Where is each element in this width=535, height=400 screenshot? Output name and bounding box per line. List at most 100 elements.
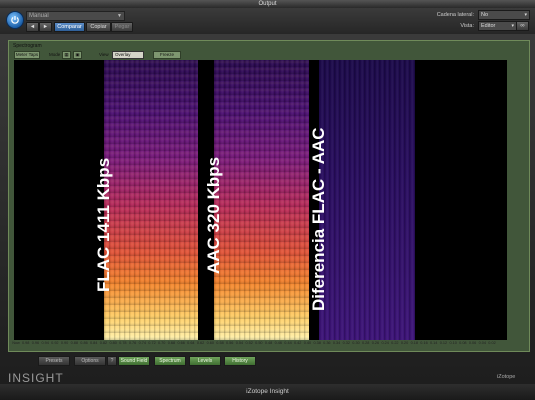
spectrogram-band-difference xyxy=(319,60,415,340)
time-tick: 0.54 xyxy=(235,341,244,345)
time-tick: 0.70 xyxy=(158,341,166,345)
time-tick: 0.14 xyxy=(430,341,438,345)
next-preset-button[interactable]: ► xyxy=(39,22,52,32)
time-tick: 0.30 xyxy=(352,341,360,345)
view-select[interactable]: Editor ▾ xyxy=(478,21,517,31)
time-tick: 0.72 xyxy=(148,341,156,345)
spectrum-button[interactable]: Spectrum xyxy=(154,356,186,366)
insight-logo: INSIGHT xyxy=(8,371,64,385)
link-button[interactable]: ∞ xyxy=(516,21,529,31)
preset-select[interactable]: Manual ▼ xyxy=(26,11,125,21)
time-tick: 0.32 xyxy=(342,341,350,345)
host-toolbar: Manual ▼ ◄ ► Comparar Copiar Pegar Caden… xyxy=(0,8,535,35)
spectrogram-display[interactable]: FLAC 1411 Kbps AAC 320 Kbps Diferencia F… xyxy=(14,60,507,340)
time-tick: 0.90 xyxy=(60,341,69,345)
time-tick: 0.36 xyxy=(323,341,331,345)
compare-button[interactable]: Comparar xyxy=(54,22,85,32)
time-tick: 0.34 xyxy=(332,341,341,345)
copy-button[interactable]: Copiar xyxy=(86,22,111,32)
time-tick: 0.10 xyxy=(449,341,457,345)
time-tick: 0.26 xyxy=(371,341,380,345)
time-tick: 0.80 xyxy=(109,341,117,345)
view-mode-select[interactable]: Overlay xyxy=(112,51,144,59)
view-label-inner: View xyxy=(99,52,109,57)
view-mode-value: Overlay xyxy=(115,52,131,57)
freeze-button[interactable]: Freeze xyxy=(153,51,181,59)
power-button[interactable] xyxy=(6,11,24,29)
time-tick: 0.22 xyxy=(391,341,399,345)
time-tick: 0.06 xyxy=(468,341,477,345)
panel-title: Spectrogram xyxy=(13,43,42,49)
time-tick: 0.94 xyxy=(41,341,49,345)
window-title: Output xyxy=(0,0,535,8)
time-tick: 0.46 xyxy=(274,341,282,345)
time-tick: 0.40 xyxy=(303,341,312,345)
overlay-label-difference: Diferencia FLAC - AAC xyxy=(309,127,328,311)
time-tick: 0.78 xyxy=(119,341,127,345)
frequency-axis: 2000017000150001300011000100009000800070… xyxy=(506,60,507,340)
time-tick: 0.64 xyxy=(187,341,195,345)
time-tick: 0.74 xyxy=(138,341,146,345)
view-label: Vista: xyxy=(460,23,474,29)
time-tick: 0.02 xyxy=(488,341,496,345)
presets-button[interactable]: Presets xyxy=(38,356,70,366)
time-tick: 0.68 xyxy=(167,341,176,345)
time-tick: 0.98 xyxy=(22,341,30,345)
mode-2d-button[interactable]: ▦ xyxy=(62,51,71,59)
time-tick: 0.08 xyxy=(459,341,467,345)
overlay-label-flac: FLAC 1411 Kbps xyxy=(94,157,113,292)
link-icon: ∞ xyxy=(520,23,525,29)
help-button[interactable]: ? xyxy=(107,356,117,366)
time-tick: 0.52 xyxy=(245,341,253,345)
time-tick: 0.16 xyxy=(420,341,428,345)
view-value: Editor xyxy=(481,23,496,29)
time-tick: 0.96 xyxy=(31,341,40,345)
time-tick: Now xyxy=(12,341,20,345)
paste-button[interactable]: Pegar xyxy=(111,22,133,32)
time-tick: 0.58 xyxy=(216,341,224,345)
previous-preset-button[interactable]: ◄ xyxy=(26,22,39,32)
sound-field-button[interactable]: Sound Field xyxy=(118,356,150,366)
time-axis: Now 0.98 0.96 0.94 0.92 0.90 0.88 0.86 0.84 0.82 0… xyxy=(12,340,507,348)
time-tick: 0.56 xyxy=(226,341,234,345)
mode-label: Mode xyxy=(49,52,61,57)
sidechain-label: Cadena lateral: xyxy=(436,12,474,18)
time-tick: 0.88 xyxy=(70,341,78,345)
time-tick: 0.84 xyxy=(90,341,98,345)
time-tick: 0.28 xyxy=(362,341,370,345)
overlay-label-aac: AAC 320 Kbps xyxy=(204,156,223,274)
time-tick: 0.66 xyxy=(177,341,185,345)
time-tick: 0.18 xyxy=(410,341,418,345)
time-tick: 0.76 xyxy=(128,341,137,345)
spectrogram-band-flac xyxy=(104,60,198,340)
chevron-down-icon: ▾ xyxy=(511,23,514,29)
history-button[interactable]: History xyxy=(224,356,256,366)
time-tick: 0.62 xyxy=(196,341,205,345)
time-tick: 0.04 xyxy=(478,341,486,345)
sidechain-value: No xyxy=(481,12,489,18)
mode-3d-button[interactable]: ▣ xyxy=(73,51,82,59)
window-footer-title: iZotope Insight xyxy=(0,384,535,400)
time-tick: 0.82 xyxy=(99,341,108,345)
time-tick: 0.60 xyxy=(206,341,214,345)
chevron-down-icon: ▾ xyxy=(524,12,527,18)
bottom-toolbar: Presets Options ? Sound Field Spectrum L… xyxy=(8,352,528,368)
time-tick: 0.92 xyxy=(51,341,59,345)
time-tick: 0.48 xyxy=(264,341,273,345)
levels-button[interactable]: Levels xyxy=(189,356,221,366)
time-tick: 0.12 xyxy=(439,341,448,345)
izotope-logo: iZotope xyxy=(497,374,516,380)
time-tick: 0.86 xyxy=(80,341,88,345)
options-button[interactable]: Options xyxy=(74,356,106,366)
sidechain-select[interactable]: No ▾ xyxy=(478,10,530,20)
spectrogram-band-aac xyxy=(214,60,309,340)
cube-icon: ▣ xyxy=(75,52,80,57)
chevron-down-icon: ▼ xyxy=(117,13,122,19)
time-tick: 0.50 xyxy=(255,341,263,345)
meter-taps-button[interactable]: Meter Taps xyxy=(14,51,40,59)
time-tick: 0.38 xyxy=(313,341,321,345)
grid-icon: ▦ xyxy=(64,52,69,57)
time-tick: 0.42 xyxy=(294,341,302,345)
time-tick: 0.20 xyxy=(400,341,409,345)
preset-value: Manual xyxy=(29,13,49,19)
